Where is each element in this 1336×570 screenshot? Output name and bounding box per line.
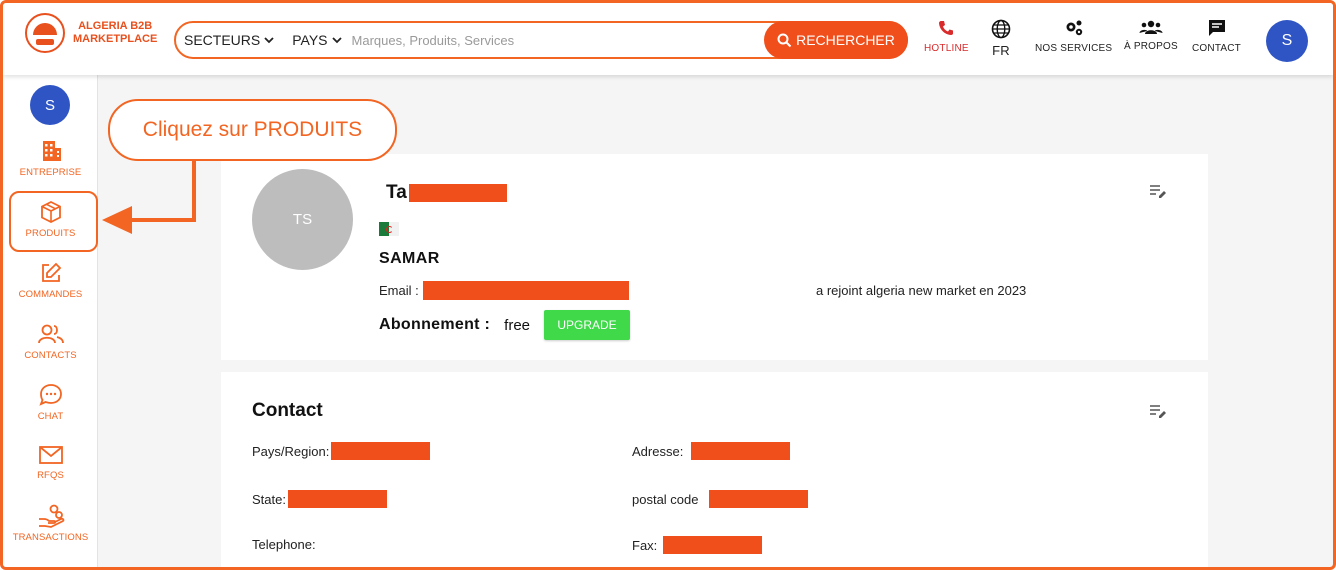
sidebar-item-label: CHAT xyxy=(37,411,64,422)
search-bar: SECTEURS PAYS RECHERCHER xyxy=(174,21,908,59)
sidebar-item-rfqs[interactable]: RFQS xyxy=(3,444,98,481)
sidebar-item-label: CONTACTS xyxy=(24,350,77,361)
nav-hotline-label: HOTLINE xyxy=(924,43,969,54)
nav-hotline[interactable]: HOTLINE xyxy=(924,19,969,54)
callout-arrow xyxy=(102,160,196,234)
message-icon xyxy=(1208,20,1225,36)
top-header: ALGERIA B2B MARKETPLACE SECTEURS PAYS RE… xyxy=(3,3,1333,75)
nav-about[interactable]: À PROPOS xyxy=(1124,19,1178,52)
field-telephone: Telephone: xyxy=(252,537,316,552)
globe-icon xyxy=(991,19,1011,39)
nav-about-label: À PROPOS xyxy=(1124,41,1178,52)
nav-contact[interactable]: CONTACT xyxy=(1192,19,1241,54)
field-label: Fax: xyxy=(632,537,658,553)
users-icon xyxy=(1139,20,1163,34)
field-state: State: xyxy=(252,490,387,508)
sidebar-item-contacts[interactable]: CONTACTS xyxy=(3,322,98,361)
nav-contact-label: CONTACT xyxy=(1192,43,1241,54)
redaction-block xyxy=(422,281,629,300)
email-row: Email : xyxy=(379,281,629,300)
redaction-block xyxy=(708,490,808,508)
search-input[interactable] xyxy=(351,32,752,48)
sidebar-avatar[interactable]: S xyxy=(30,85,70,125)
sidebar-item-label: ENTREPRISE xyxy=(19,167,82,178)
algeria-flag-icon xyxy=(379,222,399,236)
redaction-block xyxy=(331,442,431,460)
search-button[interactable]: RECHERCHER xyxy=(764,21,908,59)
redaction-block xyxy=(663,536,763,554)
joined-text: a rejoint algeria new market en 2023 xyxy=(816,283,1027,298)
field-postal-code: postal code xyxy=(632,490,808,508)
redaction-block xyxy=(691,442,791,460)
search-button-label: RECHERCHER xyxy=(796,32,895,48)
logo-text: ALGERIA B2B MARKETPLACE xyxy=(73,20,157,46)
sidebar-item-label: COMMANDES xyxy=(18,289,83,300)
field-label: Pays/Region: xyxy=(252,443,330,459)
logo[interactable]: ALGERIA B2B MARKETPLACE xyxy=(25,13,157,53)
sidebar-item-label: TRANSACTIONS xyxy=(12,532,89,543)
profile-name-text: Ta xyxy=(386,182,407,203)
profile-name: Ta xyxy=(386,182,507,204)
user-avatar[interactable]: S xyxy=(1266,20,1308,62)
subscription-label: Abonnement : xyxy=(379,316,491,333)
sidebar: S ENTREPRISE PRODUITS COMMANDES CONTACTS… xyxy=(3,75,98,567)
chevron-down-icon xyxy=(264,36,274,43)
subscription-row: Abonnement : free UPGRADE xyxy=(379,310,631,340)
field-adresse: Adresse: xyxy=(632,442,791,460)
mail-icon xyxy=(38,446,63,464)
secteurs-dropdown[interactable]: SECTEURS xyxy=(184,32,274,48)
field-label: Telephone: xyxy=(252,537,316,552)
contacts-icon xyxy=(37,324,64,344)
pays-dropdown[interactable]: PAYS xyxy=(292,32,342,48)
redaction-block xyxy=(408,184,507,202)
chevron-down-icon xyxy=(331,36,342,43)
edit-list-icon[interactable] xyxy=(1149,184,1167,198)
redaction-block xyxy=(287,490,387,508)
email-label: Email : xyxy=(379,283,419,298)
company-name: SAMAR xyxy=(379,250,440,267)
profile-card: TS Ta SAMAR Email : a rejoint algeria ne… xyxy=(221,154,1208,360)
contact-card: Contact Pays/Region: Adresse: State: pos… xyxy=(221,372,1208,567)
sidebar-item-commandes[interactable]: COMMANDES xyxy=(3,261,98,300)
hand-coins-icon xyxy=(38,504,64,528)
secteurs-label: SECTEURS xyxy=(184,32,261,48)
nav-language-label: FR xyxy=(992,43,1010,58)
phone-icon xyxy=(939,21,954,35)
field-fax: Fax: xyxy=(632,536,763,554)
callout-bubble: Cliquez sur PRODUITS xyxy=(108,99,397,161)
nav-services-label: NOS SERVICES xyxy=(1035,43,1113,54)
sidebar-item-chat[interactable]: CHAT xyxy=(3,383,98,422)
sidebar-item-label: RFQS xyxy=(37,470,64,481)
building-icon xyxy=(42,141,61,161)
sidebar-item-transactions[interactable]: TRANSACTIONS xyxy=(3,504,98,543)
logo-line1: ALGERIA B2B xyxy=(78,20,153,32)
field-label: postal code xyxy=(632,491,699,507)
field-label: Adresse: xyxy=(632,443,684,459)
edit-list-icon[interactable] xyxy=(1149,404,1167,418)
edit-square-icon xyxy=(41,262,61,282)
field-pays-region: Pays/Region: xyxy=(252,442,431,460)
gears-icon xyxy=(1066,20,1082,36)
field-label: State: xyxy=(252,491,286,507)
profile-avatar: TS xyxy=(252,169,353,270)
sidebar-item-produits[interactable]: PRODUITS xyxy=(3,200,98,239)
upgrade-button[interactable]: UPGRADE xyxy=(544,310,631,340)
pays-label: PAYS xyxy=(292,32,328,48)
nav-services[interactable]: NOS SERVICES xyxy=(1035,19,1112,54)
box-icon xyxy=(40,200,61,224)
chat-icon xyxy=(38,384,62,406)
logo-line2: MARKETPLACE xyxy=(73,33,158,45)
nav-language[interactable]: FR xyxy=(991,19,1011,58)
sidebar-item-label: PRODUITS xyxy=(25,228,76,239)
app-frame: ALGERIA B2B MARKETPLACE SECTEURS PAYS RE… xyxy=(0,0,1336,570)
contact-title: Contact xyxy=(252,400,323,421)
sidebar-item-entreprise[interactable]: ENTREPRISE xyxy=(3,139,98,178)
logo-icon xyxy=(25,13,65,53)
search-icon xyxy=(777,33,792,47)
subscription-value: free xyxy=(504,316,531,334)
